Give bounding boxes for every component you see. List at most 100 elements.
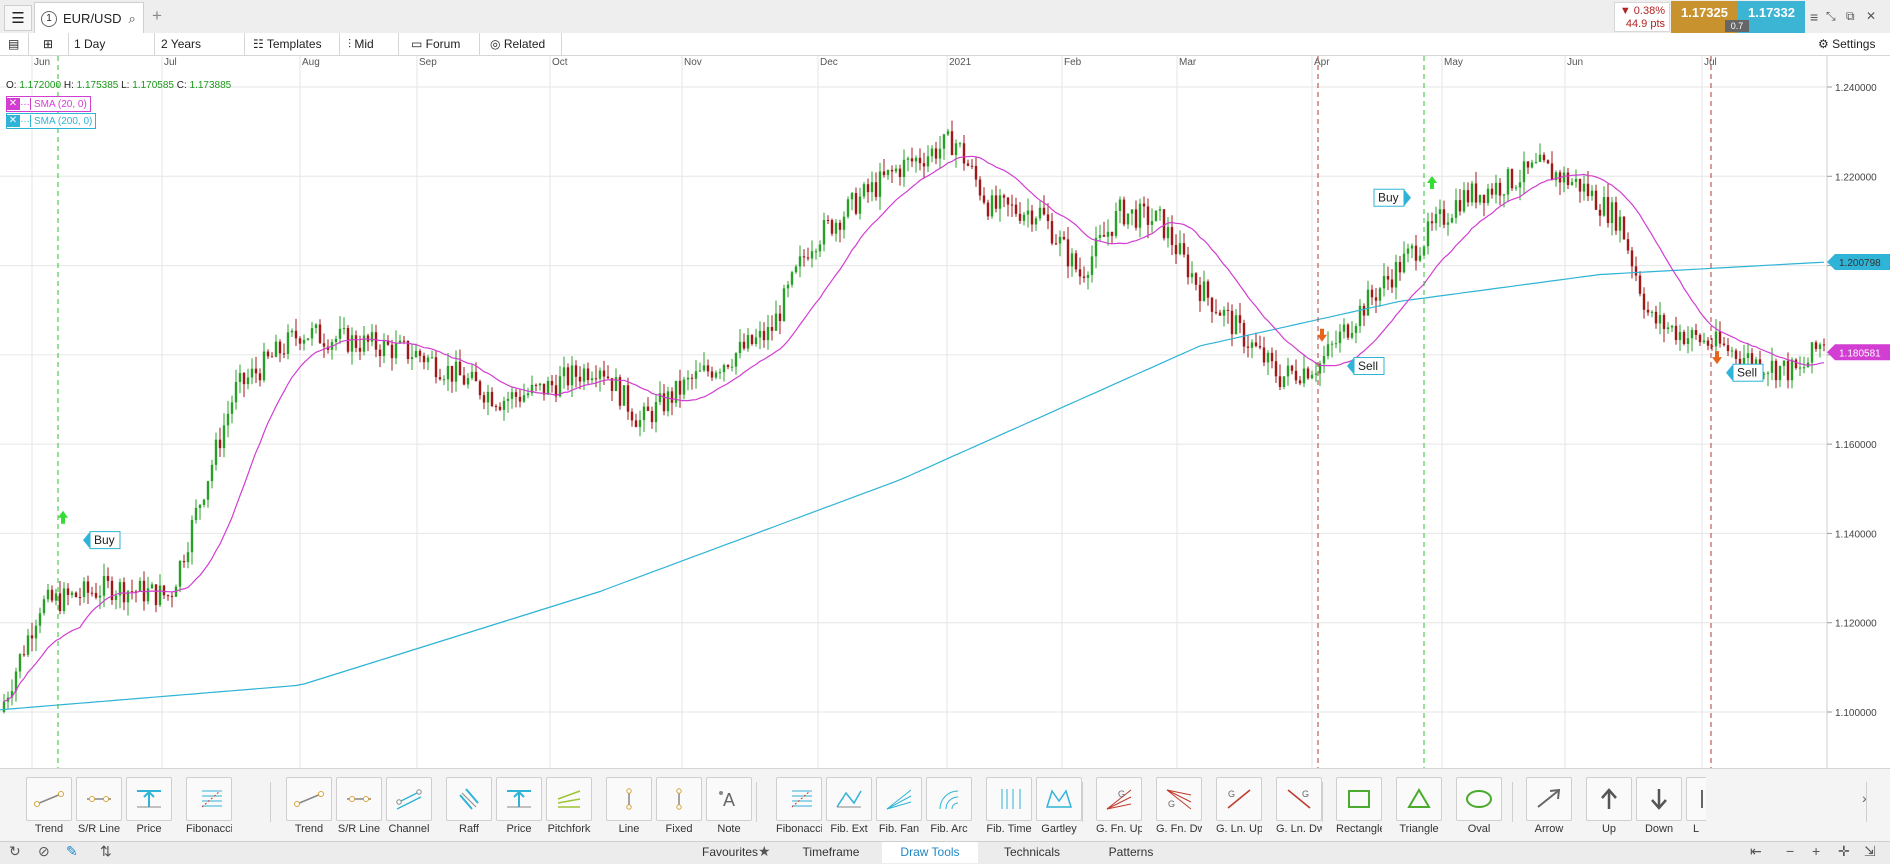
tool-fib-time[interactable]: Fib. Time xyxy=(986,777,1032,835)
pencil-icon[interactable]: ✎ xyxy=(66,843,78,860)
candle-body xyxy=(1462,190,1466,212)
candle-body xyxy=(606,376,610,379)
tool-vertical-line[interactable]: Line xyxy=(606,777,652,835)
candle-body xyxy=(522,395,526,402)
close-icon[interactable]: ✕ xyxy=(1866,9,1876,23)
tool-fib-extension[interactable]: Fib. Ext xyxy=(826,777,872,835)
tool-fib-fan[interactable]: Fib. Fan xyxy=(876,777,922,835)
svg-text:G: G xyxy=(1168,799,1175,809)
related-icon: ◎ xyxy=(490,37,504,51)
tab-draw-tools[interactable]: Draw Tools xyxy=(882,842,978,863)
candle-body xyxy=(350,335,354,352)
tool-trend-line[interactable]: Trend xyxy=(26,777,72,835)
fibonacci-icon xyxy=(186,777,232,821)
remove-icon[interactable]: ✕ xyxy=(7,98,19,110)
candle-body xyxy=(694,371,698,379)
tool-fibonacci[interactable]: Fibonacci xyxy=(186,777,232,835)
zoom-out-icon[interactable]: − xyxy=(1786,843,1794,859)
tool-fixed-line[interactable]: Fixed xyxy=(656,777,702,835)
price-chart[interactable]: Jun Jul Aug Sep Oct Nov Dec 2021 Feb Mar Apr May Jun… xyxy=(0,56,1890,768)
interval-select[interactable]: 1 Day xyxy=(69,33,155,55)
crosshair-icon[interactable]: ✛ xyxy=(1838,843,1850,860)
tool-gann-fan-up[interactable]: G G. Fn. Up xyxy=(1096,777,1142,835)
candle-body xyxy=(850,193,854,200)
y-tick-label: 1.160000 xyxy=(1835,440,1877,451)
tab-timeframe[interactable]: Timeframe xyxy=(786,842,876,863)
tool-gann-line-down[interactable]: G G. Ln. Dwn xyxy=(1276,777,1322,835)
candle-body xyxy=(906,158,910,160)
tab-eurusd[interactable]: 1 EUR/USD ⌕ xyxy=(34,2,144,34)
star-icon[interactable]: ★ xyxy=(758,843,771,860)
zoom-fit-icon[interactable]: ⇤ xyxy=(1750,843,1762,860)
last-value-tag: 1.200798 xyxy=(1827,254,1890,271)
indicator-sma20[interactable]: ✕ … SMA (20, 0) xyxy=(6,96,91,112)
tab-patterns[interactable]: Patterns xyxy=(1086,842,1176,863)
tool-label[interactable]: L xyxy=(1686,777,1706,835)
tool-label: Line xyxy=(618,823,640,835)
candle-body xyxy=(266,351,270,357)
related-button[interactable]: ◎ Related xyxy=(480,33,562,55)
candle-body xyxy=(934,148,938,159)
refresh-icon[interactable]: ↻ xyxy=(9,843,21,860)
list-icon[interactable]: ▤ xyxy=(0,33,29,55)
forum-button[interactable]: ▭ Forum xyxy=(399,33,480,55)
collapse-icon[interactable]: ⤡ xyxy=(1826,9,1836,24)
tool-fibonacci[interactable]: Fibonacci xyxy=(776,777,822,835)
candle-body xyxy=(1550,163,1554,181)
candle-body xyxy=(298,338,302,344)
x-tick-label: May xyxy=(1444,57,1463,68)
popout-icon[interactable]: ⧉ xyxy=(1846,9,1855,24)
tool-price-marker[interactable]: Price xyxy=(126,777,172,835)
tool-gann-fan-down[interactable]: G G. Fn. Dwn xyxy=(1156,777,1202,835)
indicator-sma200[interactable]: ✕ … SMA (200, 0) xyxy=(6,113,97,129)
price-marker-icon xyxy=(496,777,542,821)
candle-body xyxy=(822,220,826,245)
tool-triangle[interactable]: Triangle xyxy=(1396,777,1442,835)
menu-dots-icon[interactable]: … xyxy=(19,98,31,110)
range-select[interactable]: 2 Years xyxy=(155,33,245,55)
zoom-in-icon[interactable]: + xyxy=(1812,843,1820,859)
signal-label-sell: Sell xyxy=(1726,363,1764,382)
tool-down-arrow[interactable]: Down xyxy=(1636,777,1682,835)
tool-rectangle[interactable]: Rectangle xyxy=(1336,777,1382,835)
expand-icon[interactable]: ⇲ xyxy=(1864,843,1876,860)
swap-icon[interactable]: ⇅ xyxy=(100,843,112,860)
candle-body xyxy=(1498,182,1502,196)
menu-icon[interactable]: ☰ xyxy=(4,5,32,31)
settings-button[interactable]: ⚙ Settings xyxy=(1812,33,1890,55)
candle-body xyxy=(1686,338,1690,344)
tool-raff[interactable]: Raff xyxy=(446,777,492,835)
tool-label: Fib. Fan xyxy=(878,823,920,835)
candle-body xyxy=(1310,374,1314,379)
candle-body xyxy=(1070,253,1074,267)
search-icon[interactable]: ⌕ xyxy=(129,11,136,27)
x-tick-label: Jul xyxy=(1704,57,1717,68)
tab-technicals[interactable]: Technicals xyxy=(984,842,1080,863)
tool-note[interactable]: A Note xyxy=(706,777,752,835)
tool-sr-line[interactable]: S/R Line xyxy=(76,777,122,835)
menu-dots-icon[interactable]: … xyxy=(19,115,31,127)
candle-body xyxy=(214,439,218,465)
grip-icon[interactable]: ≡ xyxy=(1810,9,1818,25)
tool-oval[interactable]: Oval xyxy=(1456,777,1502,835)
tool-sr-line[interactable]: S/R Line xyxy=(336,777,382,835)
tool-trend-line[interactable]: Trend xyxy=(286,777,332,835)
tool-arrow[interactable]: Arrow xyxy=(1526,777,1572,835)
tool-channel[interactable]: Channel xyxy=(386,777,432,835)
tool-gann-line-up[interactable]: G G. Ln. Up xyxy=(1216,777,1262,835)
tool-gartley[interactable]: Gartley xyxy=(1036,777,1082,835)
add-tab-button[interactable]: + xyxy=(152,6,162,26)
y-tick-label: 1.100000 xyxy=(1835,708,1877,719)
candle-body xyxy=(1298,380,1302,384)
cancel-icon[interactable]: ⊘ xyxy=(38,843,50,860)
tool-pitchfork[interactable]: Pitchfork xyxy=(546,777,592,835)
templates-button[interactable]: ☷ Templates xyxy=(245,33,340,55)
price-type-button[interactable]: ⫶ Mid xyxy=(340,33,399,55)
tool-price-marker[interactable]: Price xyxy=(496,777,542,835)
layout-icon[interactable]: ⊞ xyxy=(29,33,69,55)
scroll-right-icon[interactable]: › xyxy=(1862,790,1867,806)
remove-icon[interactable]: ✕ xyxy=(7,115,19,127)
tool-fib-arc[interactable]: Fib. Arc xyxy=(926,777,972,835)
candle-body xyxy=(1158,209,1162,211)
tool-up-arrow[interactable]: Up xyxy=(1586,777,1632,835)
